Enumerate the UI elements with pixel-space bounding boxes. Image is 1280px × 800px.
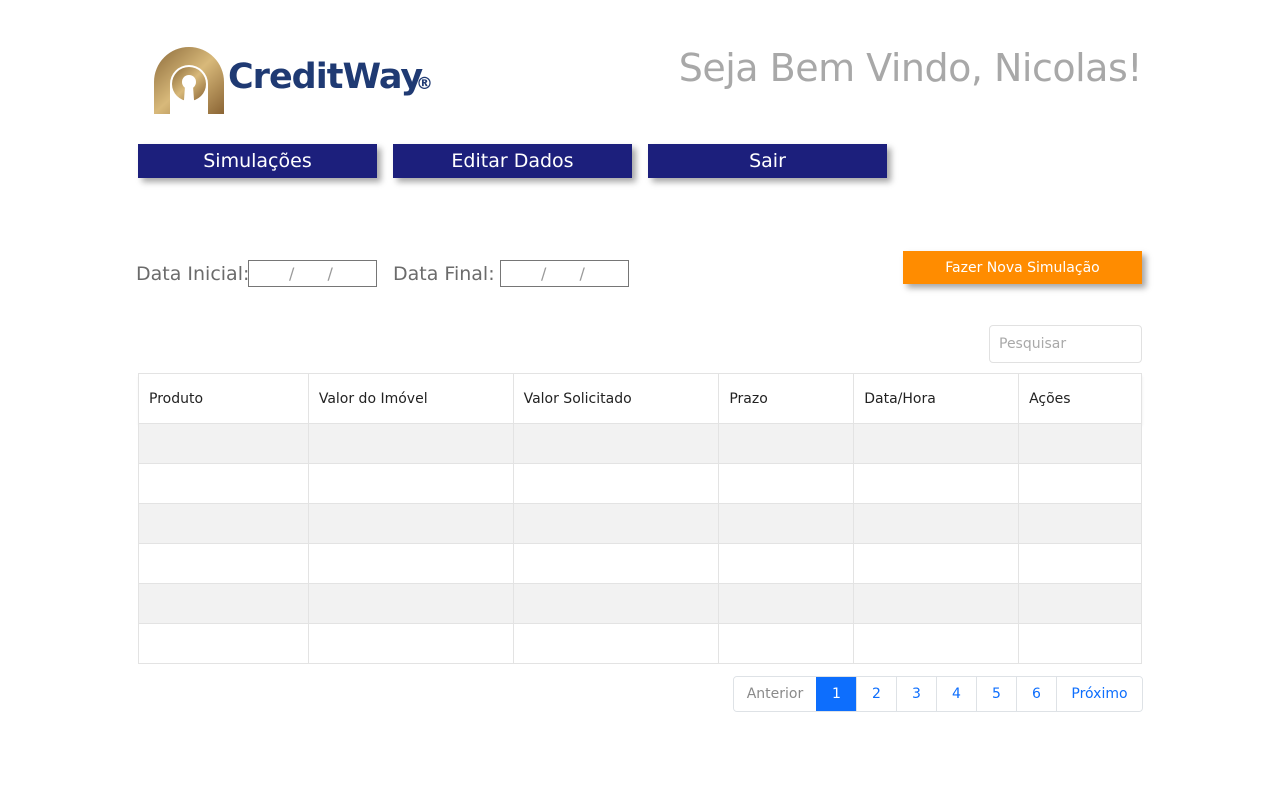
table-row <box>138 583 1142 624</box>
end-date-input[interactable]: / / <box>500 260 629 287</box>
edit-data-button[interactable]: Editar Dados <box>393 144 632 178</box>
column-header-term[interactable]: Prazo <box>718 373 855 424</box>
column-header-property-value[interactable]: Valor do Imóvel <box>307 373 514 424</box>
table-cell <box>1018 463 1142 504</box>
column-header-requested-value[interactable]: Valor Solicitado <box>512 373 720 424</box>
start-date-label: Data Inicial: <box>136 263 250 285</box>
table-row <box>138 543 1142 584</box>
creditway-logo: CreditWay ® <box>152 46 442 116</box>
table-cell <box>307 583 514 624</box>
table-cell <box>307 463 514 504</box>
table-cell <box>512 623 720 664</box>
table-cell <box>718 543 855 584</box>
logo-wordmark: CreditWay <box>228 57 423 97</box>
column-header-actions[interactable]: Ações <box>1018 373 1142 424</box>
column-header-product[interactable]: Produto <box>138 373 309 424</box>
table-cell <box>307 623 514 664</box>
table-row <box>138 623 1142 664</box>
table-cell <box>718 623 855 664</box>
table-cell <box>307 543 514 584</box>
table-row <box>138 423 1142 464</box>
search-input[interactable] <box>989 325 1142 363</box>
table-cell <box>1018 423 1142 464</box>
table-cell <box>853 503 1020 544</box>
table-header-row: Produto Valor do Imóvel Valor Solicitado… <box>138 373 1142 424</box>
column-header-datetime[interactable]: Data/Hora <box>853 373 1020 424</box>
pagination-page-6[interactable]: 6 <box>1016 677 1056 711</box>
simulations-button[interactable]: Simulações <box>138 144 377 178</box>
table-cell <box>718 583 855 624</box>
table-cell <box>138 543 309 584</box>
table-cell <box>138 463 309 504</box>
table-cell <box>1018 503 1142 544</box>
keyhole-logo-icon <box>154 47 224 114</box>
simulations-table: Produto Valor do Imóvel Valor Solicitado… <box>138 373 1142 664</box>
table-cell <box>1018 543 1142 584</box>
table-cell <box>512 463 720 504</box>
logout-button[interactable]: Sair <box>648 144 887 178</box>
table-cell <box>138 423 309 464</box>
new-simulation-button[interactable]: Fazer Nova Simulação <box>903 251 1142 284</box>
table-cell <box>138 623 309 664</box>
table-cell <box>138 503 309 544</box>
registered-mark: ® <box>416 74 433 94</box>
pagination-previous[interactable]: Anterior <box>734 677 816 711</box>
pagination-page-3[interactable]: 3 <box>896 677 936 711</box>
table-cell <box>853 623 1020 664</box>
table-cell <box>853 423 1020 464</box>
table-cell <box>1018 623 1142 664</box>
table-row <box>138 463 1142 504</box>
start-date-input[interactable]: / / <box>248 260 377 287</box>
table-cell <box>307 423 514 464</box>
pagination-page-2[interactable]: 2 <box>856 677 896 711</box>
table-cell <box>138 583 309 624</box>
table-cell <box>512 583 720 624</box>
welcome-message: Seja Bem Vindo, Nicolas! <box>678 46 1143 90</box>
pagination-page-4[interactable]: 4 <box>936 677 976 711</box>
end-date-label: Data Final: <box>393 263 495 285</box>
table-cell <box>307 503 514 544</box>
table-cell <box>718 463 855 504</box>
table-row <box>138 503 1142 544</box>
pagination: Anterior 1 2 3 4 5 6 Próximo <box>733 676 1143 712</box>
pagination-next[interactable]: Próximo <box>1056 677 1142 711</box>
table-cell <box>853 543 1020 584</box>
pagination-page-1[interactable]: 1 <box>816 677 856 711</box>
table-cell <box>512 543 720 584</box>
table-cell <box>1018 583 1142 624</box>
table-cell <box>718 423 855 464</box>
table-cell <box>512 423 720 464</box>
pagination-page-5[interactable]: 5 <box>976 677 1016 711</box>
table-cell <box>718 503 855 544</box>
table-cell <box>512 503 720 544</box>
table-cell <box>853 583 1020 624</box>
table-cell <box>853 463 1020 504</box>
